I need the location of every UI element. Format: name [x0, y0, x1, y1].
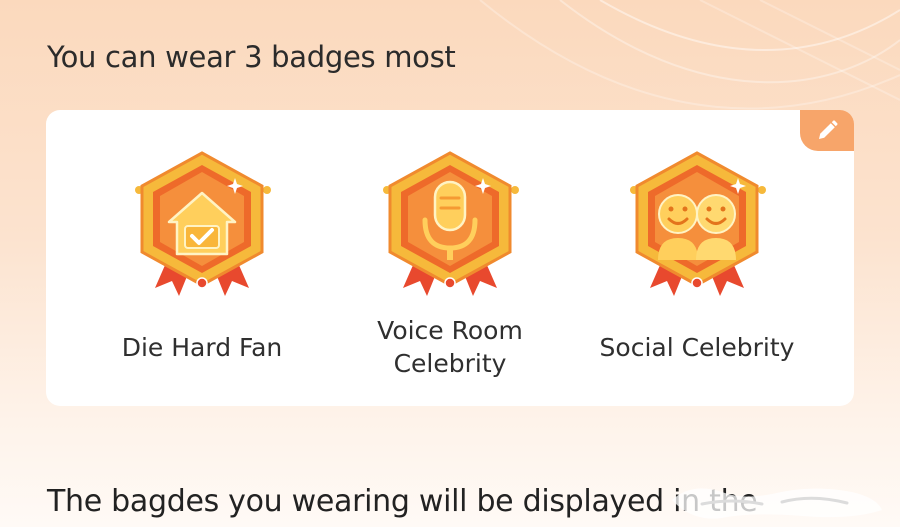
two-smiley-faces-icon [630, 151, 766, 296]
badge-label: Die Hard Fan [121, 332, 283, 362]
microphone-icon [383, 151, 519, 296]
badge-social-celebrity[interactable]: Social Celebrity [592, 148, 802, 398]
footer-description: The bagdes you wearing will be displayed… [47, 484, 758, 519]
badge-label: Social Celebrity [599, 332, 795, 362]
badge-voice-room-celebrity[interactable]: Voice Room Celebrity [345, 148, 555, 398]
house-check-icon [135, 151, 271, 296]
edit-badges-button[interactable] [800, 110, 854, 151]
badge-label: Voice Room Celebrity [377, 316, 523, 378]
pencil-icon [819, 119, 838, 139]
watermark-logo [672, 488, 882, 519]
page-heading: You can wear 3 badges most [47, 40, 456, 74]
badge-die-hard-fan[interactable]: Die Hard Fan [97, 148, 307, 398]
worn-badges-card: Die Hard Fan Voice Room Celebrity Social… [46, 110, 854, 406]
